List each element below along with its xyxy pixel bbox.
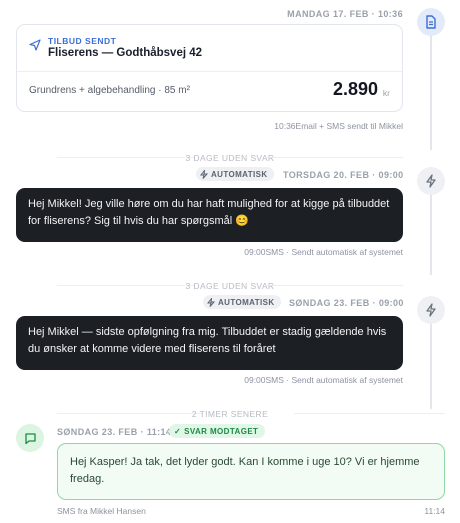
reply-received-label: SVAR MODTAGET bbox=[184, 426, 259, 436]
check-icon: ✓ bbox=[174, 426, 182, 436]
auto-message-bubble: Hej Mikkel! Jeg ville høre om du har haf… bbox=[16, 188, 403, 242]
timeline-rail bbox=[430, 323, 432, 409]
gap-divider bbox=[294, 413, 445, 414]
auto1-timestamp: TORSDAG 20. FEB · 09:00 bbox=[283, 170, 404, 180]
offer-timestamp: MANDAG 17. FEB · 10:36 bbox=[287, 9, 403, 19]
reply-received-badge: ✓ SVAR MODTAGET bbox=[169, 424, 266, 438]
gap-divider bbox=[265, 157, 403, 158]
offer-card[interactable]: TILBUD SENDT Fliserens — Godthåbsvej 42 … bbox=[16, 24, 403, 112]
offer-description: Grundrens + algebehandling · 85 m² bbox=[29, 85, 190, 96]
automatic-badge-label: AUTOMATISK bbox=[211, 169, 268, 179]
offer-footer-time: 10:36 bbox=[274, 121, 296, 131]
reply-timestamp: SØNDAG 23. FEB · 11:14 bbox=[57, 427, 172, 437]
bolt-icon bbox=[417, 167, 445, 195]
send-icon bbox=[29, 39, 41, 51]
gap-label: 3 DAGE UDEN SVAR bbox=[185, 153, 275, 163]
reply-footer-sender: SMS fra Mikkel Hansen bbox=[57, 506, 146, 516]
gap-label: 3 DAGE UDEN SVAR bbox=[185, 281, 275, 291]
offer-currency: kr bbox=[382, 88, 390, 98]
bolt-icon bbox=[207, 297, 215, 307]
reply-message-bubble: Hej Kasper! Ja tak, det lyder godt. Kan … bbox=[57, 443, 445, 500]
auto-message-text: Hej Mikkel — sidste opfølgning fra mig. … bbox=[28, 326, 387, 355]
auto2-footer-text: SMS · Sendt automatisk af systemet bbox=[265, 375, 403, 385]
reply-message-text: Hej Kasper! Ja tak, det lyder godt. Kan … bbox=[70, 456, 420, 485]
timeline-rail bbox=[430, 193, 432, 275]
offer-title: Fliserens — Godthåbsvej 42 bbox=[48, 47, 203, 59]
bolt-icon bbox=[200, 169, 208, 179]
offer-status-tag: TILBUD SENDT bbox=[48, 36, 117, 46]
timeline-rail bbox=[430, 34, 432, 150]
automatic-badge: AUTOMATISK bbox=[196, 167, 274, 181]
offer-price: 2.890 bbox=[332, 79, 378, 99]
auto-message-bubble: Hej Mikkel — sidste opfølgning fra mig. … bbox=[16, 316, 403, 370]
bolt-icon bbox=[417, 296, 445, 324]
auto2-footer: 09:00SMS · Sendt automatisk af systemet bbox=[244, 375, 403, 385]
automatic-badge-label: AUTOMATISK bbox=[218, 297, 275, 307]
gap-label: 2 TIMER SENERE bbox=[191, 409, 269, 419]
auto1-footer-text: SMS · Sendt automatisk af systemet bbox=[265, 247, 403, 257]
auto-message-text: Hej Mikkel! Jeg ville høre om du har haf… bbox=[28, 198, 390, 227]
reply-footer-time: 11:14 bbox=[424, 506, 445, 516]
auto1-footer: 09:00SMS · Sendt automatisk af systemet bbox=[244, 247, 403, 257]
auto2-timestamp: SØNDAG 23. FEB · 09:00 bbox=[289, 298, 404, 308]
auto2-footer-time: 09:00 bbox=[244, 375, 266, 385]
offer-divider bbox=[17, 71, 402, 72]
offer-footer: 10:36Email + SMS sendt til Mikkel bbox=[274, 121, 403, 131]
automatic-badge: AUTOMATISK bbox=[203, 295, 281, 309]
auto1-footer-time: 09:00 bbox=[244, 247, 266, 257]
document-icon bbox=[417, 8, 445, 36]
chat-icon bbox=[16, 424, 44, 452]
gap-divider bbox=[265, 285, 403, 286]
offer-footer-text: Email + SMS sendt til Mikkel bbox=[295, 121, 403, 131]
